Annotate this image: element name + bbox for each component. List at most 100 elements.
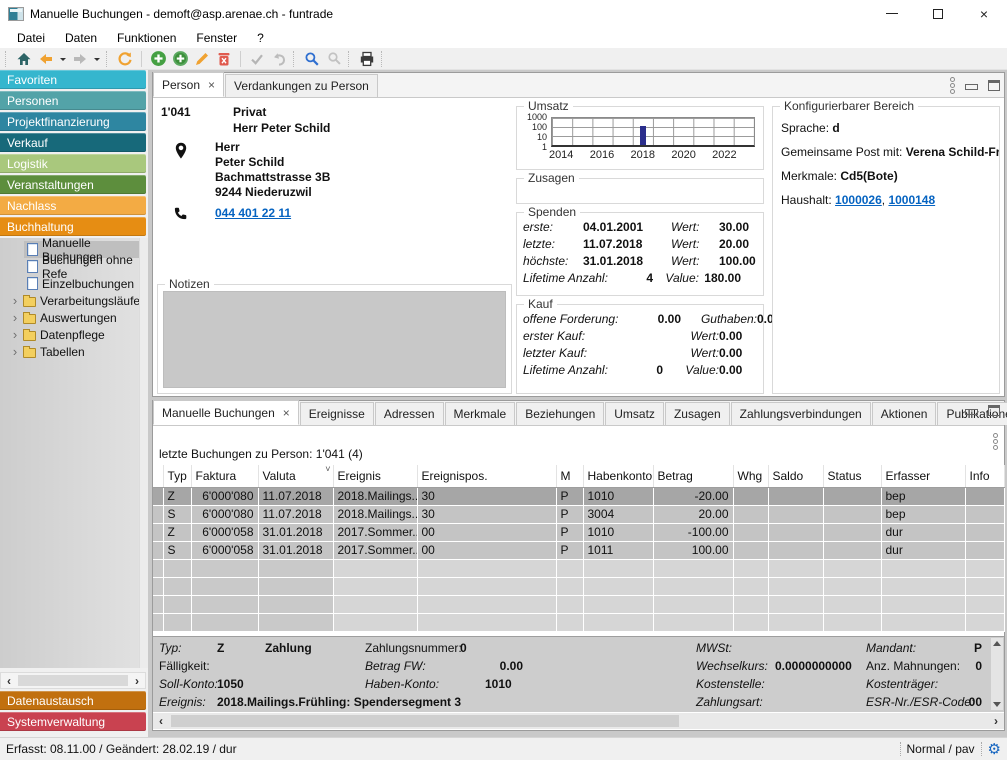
kauf-row-erster: erster Kauf: Wert: 0.00 <box>523 328 755 345</box>
tree-item-buchungen-ohne-referenz[interactable]: Buchungen ohne Refe <box>0 258 148 275</box>
menu-daten[interactable]: Daten <box>56 29 106 47</box>
tab-zahlungsverbindungen[interactable]: Zahlungsverbindungen <box>731 402 871 425</box>
table-row-empty[interactable] <box>153 577 1004 595</box>
table-row-empty[interactable] <box>153 559 1004 577</box>
panel-grip-icon[interactable] <box>993 433 998 450</box>
panel-grip-icon[interactable] <box>950 77 955 94</box>
undo-icon[interactable] <box>268 49 290 69</box>
table-row-empty[interactable] <box>153 595 1004 613</box>
col-info[interactable]: Info <box>965 465 1004 487</box>
menu-help[interactable]: ? <box>248 29 273 47</box>
table-row-empty[interactable] <box>153 613 1004 631</box>
window-minimize-button[interactable] <box>869 0 915 27</box>
tree-item-verarbeitungslaeufe[interactable]: › Verarbeitungsläufe <box>0 292 148 309</box>
scrollbar-thumb[interactable] <box>18 675 128 686</box>
haushalt-link[interactable]: 1000148 <box>888 193 935 207</box>
col-valuta[interactable]: Valuta˅ <box>258 465 333 487</box>
scroll-right-icon[interactable]: › <box>129 674 145 688</box>
tab-aktionen[interactable]: Aktionen <box>872 402 937 425</box>
scroll-left-icon[interactable]: ‹ <box>1 674 17 688</box>
scroll-down-icon[interactable] <box>993 702 1001 707</box>
tree-vertical-scrollbar[interactable] <box>139 238 148 668</box>
tab-manuelle-buchungen[interactable]: Manuelle Buchungen × <box>153 400 299 425</box>
add-icon[interactable] <box>147 49 169 69</box>
scroll-left-icon[interactable]: ‹ <box>153 714 169 728</box>
col-ereignis[interactable]: Ereignis <box>333 465 417 487</box>
phone-link[interactable]: 044 401 22 11 <box>215 206 291 220</box>
tab-zusagen[interactable]: Zusagen <box>665 402 730 425</box>
window-close-button[interactable]: × <box>961 0 1007 27</box>
tab-umsatz[interactable]: Umsatz <box>605 402 664 425</box>
col-erfasser[interactable]: Erfasser <box>881 465 965 487</box>
sidebar-section-veranstaltungen[interactable]: Veranstaltungen <box>0 175 146 194</box>
forward-icon[interactable] <box>69 49 91 69</box>
col-faktura[interactable]: Faktura <box>191 465 258 487</box>
chevron-right-icon[interactable]: › <box>10 330 20 340</box>
table-row[interactable]: Z 6'000'080 11.07.2018 2018.Mailings....… <box>153 487 1004 505</box>
home-icon[interactable] <box>13 49 35 69</box>
sidebar-section-nachlass[interactable]: Nachlass <box>0 196 146 215</box>
table-row[interactable]: Z 6'000'058 31.01.2018 2017.Sommer... 00… <box>153 523 1004 541</box>
tree-item-auswertungen[interactable]: › Auswertungen <box>0 309 148 326</box>
sidebar-section-datenaustausch[interactable]: Datenaustausch <box>0 691 146 710</box>
sidebar-section-personen[interactable]: Personen <box>0 91 146 110</box>
table-row[interactable]: S 6'000'058 31.01.2018 2017.Sommer... 00… <box>153 541 1004 559</box>
tab-close-icon[interactable]: × <box>283 406 290 420</box>
menu-fenster[interactable]: Fenster <box>187 29 246 47</box>
gear-icon[interactable]: ⚙ <box>988 742 1001 757</box>
chevron-right-icon[interactable]: › <box>10 313 20 323</box>
col-whg[interactable]: Whg <box>733 465 768 487</box>
sidebar-section-verkauf[interactable]: Verkauf <box>0 133 146 152</box>
tab-merkmale[interactable]: Merkmale <box>445 402 516 425</box>
panel-maximize-button[interactable] <box>988 80 1000 91</box>
scroll-up-icon[interactable] <box>993 641 1001 646</box>
delete-icon[interactable] <box>213 49 235 69</box>
menu-datei[interactable]: Datei <box>8 29 54 47</box>
table-row[interactable]: S 6'000'080 11.07.2018 2018.Mailings....… <box>153 505 1004 523</box>
tree-item-datenpflege[interactable]: › Datenpflege <box>0 326 148 343</box>
bookings-horizontal-scrollbar[interactable]: ‹ › <box>153 713 1004 729</box>
panel-maximize-button[interactable] <box>988 405 1000 416</box>
sidebar-section-buchhaltung[interactable]: Buchhaltung <box>0 217 146 236</box>
sidebar-section-systemverwaltung[interactable]: Systemverwaltung <box>0 712 146 731</box>
col-habenkonto[interactable]: Habenkonto <box>583 465 653 487</box>
sidebar-section-logistik[interactable]: Logistik <box>0 154 146 173</box>
col-betrag[interactable]: Betrag <box>653 465 733 487</box>
refresh-icon[interactable] <box>114 49 136 69</box>
tree-item-einzelbuchungen[interactable]: Einzelbuchungen <box>0 275 148 292</box>
back-dropdown-icon[interactable] <box>57 49 69 69</box>
menu-funktionen[interactable]: Funktionen <box>108 29 185 47</box>
detail-vertical-scrollbar[interactable] <box>991 638 1003 710</box>
back-icon[interactable] <box>35 49 57 69</box>
tab-beziehungen[interactable]: Beziehungen <box>516 402 604 425</box>
notizen-textarea[interactable] <box>163 291 506 388</box>
scroll-right-icon[interactable]: › <box>988 714 1004 728</box>
col-ereignispos[interactable]: Ereignispos. <box>417 465 556 487</box>
tab-verdankungen-zu-person[interactable]: Verdankungen zu Person <box>225 74 378 97</box>
chevron-right-icon[interactable]: › <box>10 296 20 306</box>
col-saldo[interactable]: Saldo <box>768 465 823 487</box>
chevron-right-icon[interactable]: › <box>10 347 20 357</box>
haushalt-link[interactable]: 1000026 <box>835 193 882 207</box>
tab-ereignisse[interactable]: Ereignisse <box>300 402 374 425</box>
scrollbar-thumb[interactable] <box>171 715 679 727</box>
sidebar-section-projektfinanzierung[interactable]: Projektfinanzierung <box>0 112 146 131</box>
col-status[interactable]: Status <box>823 465 881 487</box>
window-maximize-button[interactable] <box>915 0 961 27</box>
sidebar-section-favoriten[interactable]: Favoriten <box>0 70 146 89</box>
edit-icon[interactable] <box>191 49 213 69</box>
tab-close-icon[interactable]: × <box>208 78 215 92</box>
add-alt-icon[interactable] <box>169 49 191 69</box>
tab-person[interactable]: Person × <box>153 72 224 97</box>
sidebar-horizontal-scrollbar[interactable]: ‹ › <box>0 672 146 689</box>
search-icon[interactable] <box>301 49 323 69</box>
forward-dropdown-icon[interactable] <box>91 49 103 69</box>
tab-adressen[interactable]: Adressen <box>375 402 444 425</box>
tree-item-tabellen[interactable]: › Tabellen <box>0 343 148 360</box>
confirm-icon[interactable] <box>246 49 268 69</box>
panel-minimize-button[interactable] <box>965 409 978 415</box>
panel-minimize-button[interactable] <box>965 84 978 90</box>
col-typ[interactable]: Typ <box>163 465 191 487</box>
print-icon[interactable] <box>356 49 378 69</box>
col-m[interactable]: M <box>556 465 583 487</box>
